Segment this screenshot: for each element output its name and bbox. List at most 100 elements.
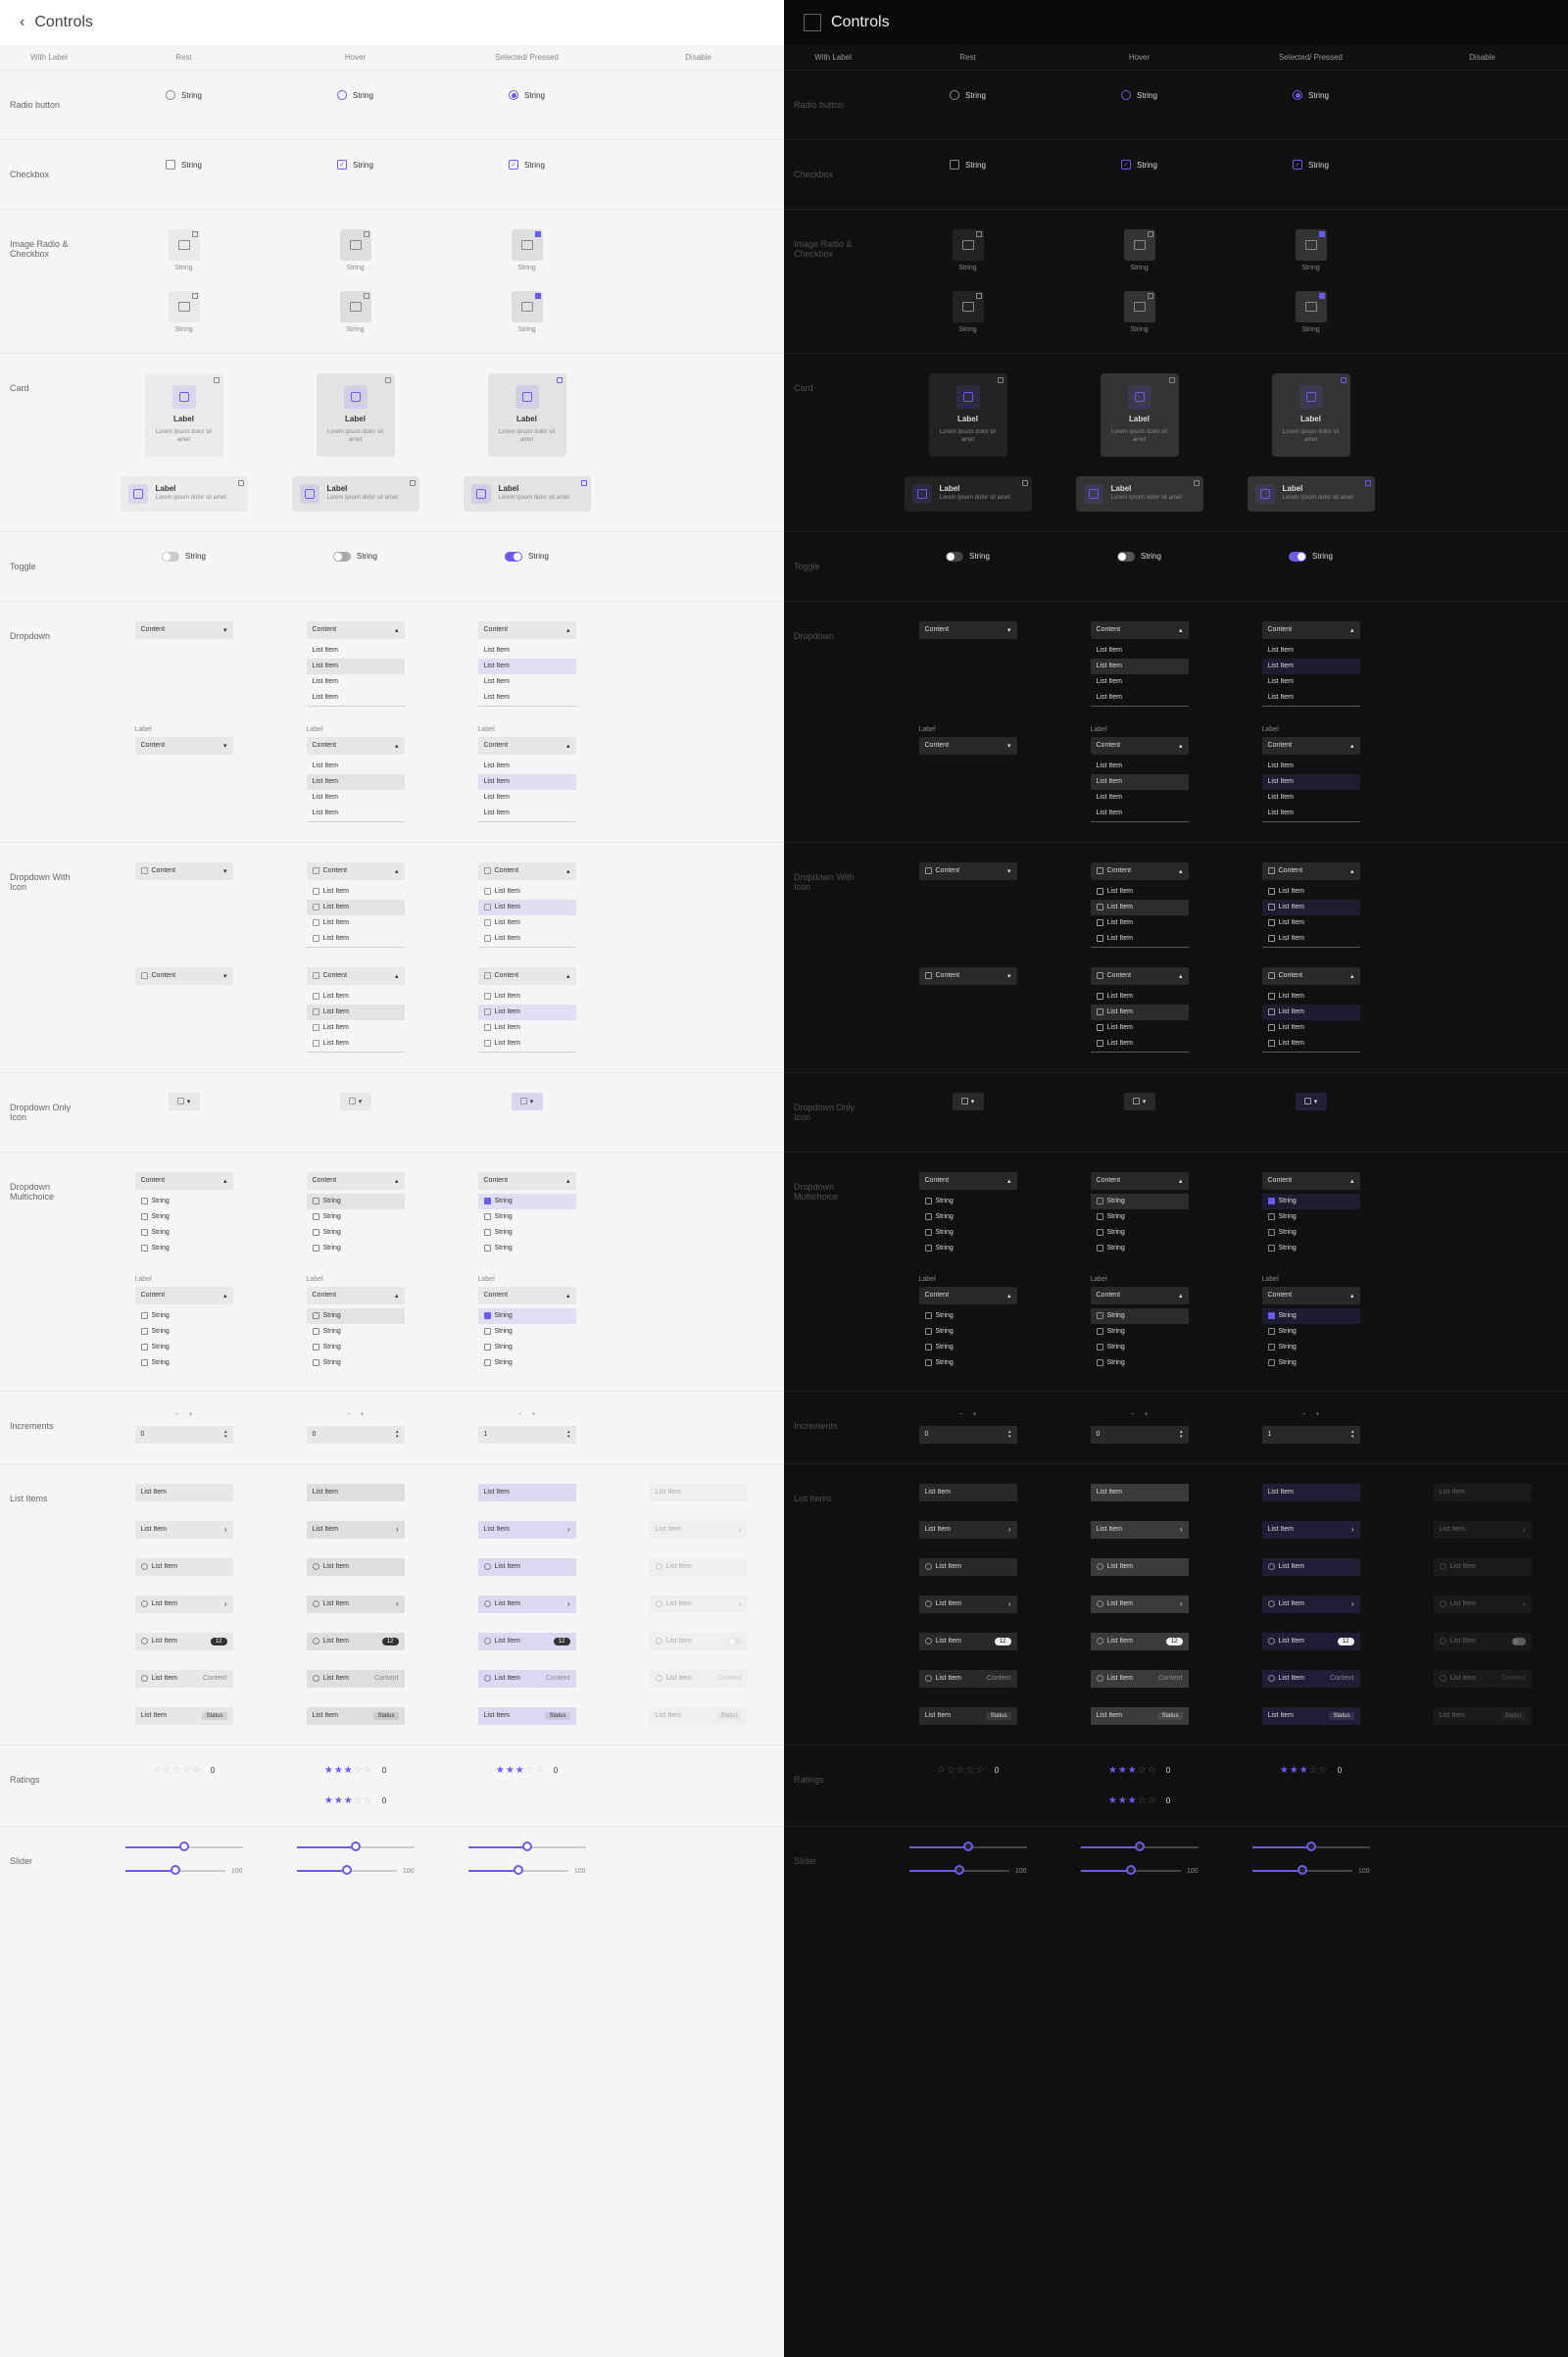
card-h-hover[interactable]: LabelLorem ipsum dolor sit amet — [1076, 476, 1203, 512]
card-v-rest[interactable]: LabelLorem ipsum dolor sit amet — [145, 373, 223, 457]
dropdown-label-selected[interactable]: LabelContent▴List ItemList ItemList Item… — [478, 726, 576, 822]
slider-val-hover[interactable]: 100 — [297, 1868, 415, 1875]
list-item-hover[interactable]: List Item — [1091, 1484, 1189, 1501]
dropdown-label-hover[interactable]: LabelContent▴List ItemList ItemList Item… — [307, 726, 405, 822]
list-item-badge-hover[interactable]: List Item12 — [1091, 1633, 1189, 1650]
increment-selected[interactable]: −+1▴▾ — [1262, 1411, 1360, 1444]
slider-val-selected[interactable]: 100 — [468, 1868, 586, 1875]
card-h-rest[interactable]: LabelLorem ipsum dolor sit amet — [905, 476, 1032, 512]
list-item-radio-chevron-selected[interactable]: List Item› — [478, 1596, 576, 1613]
radio-selected[interactable]: String — [1293, 90, 1329, 100]
dropdown-icon-selected[interactable]: Content▴List ItemList ItemList ItemList … — [478, 862, 576, 948]
list-item-radio-selected[interactable]: List Item — [478, 1558, 576, 1576]
dropdown-multi-label-hover[interactable]: LabelContent▴StringStringStringString — [307, 1276, 405, 1371]
dropdown-multi-label-rest[interactable]: LabelContent▴StringStringStringString — [919, 1276, 1017, 1371]
card-h-rest[interactable]: LabelLorem ipsum dolor sit amet — [121, 476, 248, 512]
list-item-chevron-selected[interactable]: List Item› — [478, 1521, 576, 1539]
increment-hover[interactable]: −+0▴▾ — [1091, 1411, 1189, 1444]
slider-selected[interactable] — [468, 1846, 586, 1848]
image-radio-selected[interactable]: String — [505, 229, 549, 271]
dropdown-icon-hover2[interactable]: Content▴List ItemList ItemList ItemList … — [1091, 967, 1189, 1053]
dropdown-multi-label-selected[interactable]: LabelContent▴StringStringStringString — [1262, 1276, 1360, 1371]
dropdown-multi-selected[interactable]: Content▴StringStringStringString — [1262, 1172, 1360, 1256]
dropdown-icon-hover[interactable]: Content▴List ItemList ItemList ItemList … — [1091, 862, 1189, 948]
radio-hover[interactable]: String — [337, 90, 373, 100]
dropdown-selected[interactable]: Content▴List ItemList ItemList ItemList … — [1262, 621, 1360, 707]
dropdown-only-icon-rest[interactable]: ▾ — [953, 1093, 984, 1110]
increment-selected[interactable]: −+1▴▾ — [478, 1411, 576, 1444]
toggle-selected[interactable]: String — [1289, 552, 1333, 562]
image-checkbox-rest[interactable]: String — [946, 291, 990, 333]
toggle-selected[interactable]: String — [505, 552, 549, 562]
dropdown-icon-hover[interactable]: Content▴List ItemList ItemList ItemList … — [307, 862, 405, 948]
list-item-status-rest[interactable]: List ItemStatus — [919, 1707, 1017, 1725]
list-item-radio-selected[interactable]: List Item — [1262, 1558, 1360, 1576]
image-checkbox-rest[interactable]: String — [162, 291, 206, 333]
dropdown-icon-hover2[interactable]: Content▴List ItemList ItemList ItemList … — [307, 967, 405, 1053]
image-checkbox-hover[interactable]: String — [333, 291, 377, 333]
list-item-status-hover[interactable]: List ItemStatus — [1091, 1707, 1189, 1725]
dropdown-hover[interactable]: Content▴List ItemList ItemList ItemList … — [1091, 621, 1189, 707]
card-v-selected[interactable]: LabelLorem ipsum dolor sit amet — [488, 373, 566, 457]
dropdown-multi-label-hover[interactable]: LabelContent▴StringStringStringString — [1091, 1276, 1189, 1371]
slider-rest[interactable] — [125, 1846, 243, 1848]
slider-val-hover[interactable]: 100 — [1081, 1868, 1199, 1875]
dropdown-only-icon-selected[interactable]: ▾ — [1296, 1093, 1327, 1110]
slider-selected[interactable] — [1252, 1846, 1370, 1848]
card-v-rest[interactable]: LabelLorem ipsum dolor sit amet — [929, 373, 1007, 457]
dropdown-icon-rest2[interactable]: Content▾ — [135, 967, 233, 985]
dropdown-selected[interactable]: Content▴List ItemList ItemList ItemList … — [478, 621, 576, 707]
image-radio-hover[interactable]: String — [1117, 229, 1161, 271]
increment-rest[interactable]: −+0▴▾ — [135, 1411, 233, 1444]
dropdown-multi-label-selected[interactable]: LabelContent▴StringStringStringString — [478, 1276, 576, 1371]
radio-hover[interactable]: String — [1121, 90, 1157, 100]
card-v-hover[interactable]: LabelLorem ipsum dolor sit amet — [1101, 373, 1179, 457]
list-item-radio-chevron-rest[interactable]: List Item› — [135, 1596, 233, 1613]
list-item-radio-chevron-hover[interactable]: List Item› — [1091, 1596, 1189, 1613]
dropdown-hover[interactable]: Content▴List ItemList ItemList ItemList … — [307, 621, 405, 707]
radio-selected[interactable]: String — [509, 90, 545, 100]
radio-rest[interactable]: String — [166, 90, 202, 100]
list-item-content-rest[interactable]: List ItemContent — [919, 1670, 1017, 1688]
list-item-chevron-selected[interactable]: List Item› — [1262, 1521, 1360, 1539]
list-item-badge-selected[interactable]: List Item12 — [478, 1633, 576, 1650]
card-h-selected[interactable]: LabelLorem ipsum dolor sit amet — [1248, 476, 1375, 512]
list-item-badge-rest[interactable]: List Item12 — [135, 1633, 233, 1650]
rating-hover-half[interactable]: ★★★☆☆0 — [324, 1795, 386, 1806]
checkbox-rest[interactable]: String — [950, 160, 986, 170]
radio-rest[interactable]: String — [950, 90, 986, 100]
slider-rest[interactable] — [909, 1846, 1027, 1848]
list-item-status-rest[interactable]: List ItemStatus — [135, 1707, 233, 1725]
card-v-selected[interactable]: LabelLorem ipsum dolor sit amet — [1272, 373, 1350, 457]
list-item-radio-chevron-rest[interactable]: List Item› — [919, 1596, 1017, 1613]
list-item-selected[interactable]: List Item — [1262, 1484, 1360, 1501]
dropdown-icon-selected[interactable]: Content▴List ItemList ItemList ItemList … — [1262, 862, 1360, 948]
list-item-radio-hover[interactable]: List Item — [1091, 1558, 1189, 1576]
rating-rest[interactable]: ☆☆☆☆☆0 — [153, 1765, 215, 1776]
dropdown-multi-hover[interactable]: Content▴StringStringStringString — [1091, 1172, 1189, 1256]
dropdown-only-icon-rest[interactable]: ▾ — [169, 1093, 200, 1110]
list-item-chevron-hover[interactable]: List Item› — [1091, 1521, 1189, 1539]
dropdown-rest[interactable]: Content▾ — [135, 621, 233, 639]
slider-val-rest[interactable]: 100 — [909, 1868, 1027, 1875]
dropdown-label-hover[interactable]: LabelContent▴List ItemList ItemList Item… — [1091, 726, 1189, 822]
dropdown-only-icon-hover[interactable]: ▾ — [1124, 1093, 1155, 1110]
list-item-rest[interactable]: List Item — [135, 1484, 233, 1501]
list-item-radio-chevron-selected[interactable]: List Item› — [1262, 1596, 1360, 1613]
list-item-radio-chevron-hover[interactable]: List Item› — [307, 1596, 405, 1613]
toggle-hover[interactable]: String — [333, 552, 377, 562]
image-radio-rest[interactable]: String — [162, 229, 206, 271]
list-item-content-hover[interactable]: List ItemContent — [1091, 1670, 1189, 1688]
list-item-content-hover[interactable]: List ItemContent — [307, 1670, 405, 1688]
dropdown-icon-rest[interactable]: Content▾ — [919, 862, 1017, 880]
list-item-hover[interactable]: List Item — [307, 1484, 405, 1501]
rating-rest[interactable]: ☆☆☆☆☆0 — [937, 1765, 999, 1776]
image-checkbox-hover[interactable]: String — [1117, 291, 1161, 333]
toggle-hover[interactable]: String — [1117, 552, 1161, 562]
list-item-radio-rest[interactable]: List Item — [919, 1558, 1017, 1576]
list-item-chevron-rest[interactable]: List Item› — [135, 1521, 233, 1539]
list-item-badge-selected[interactable]: List Item12 — [1262, 1633, 1360, 1650]
dropdown-icon-rest[interactable]: Content▾ — [135, 862, 233, 880]
rating-hover[interactable]: ★★★☆☆0 — [324, 1765, 386, 1776]
increment-hover[interactable]: −+0▴▾ — [307, 1411, 405, 1444]
